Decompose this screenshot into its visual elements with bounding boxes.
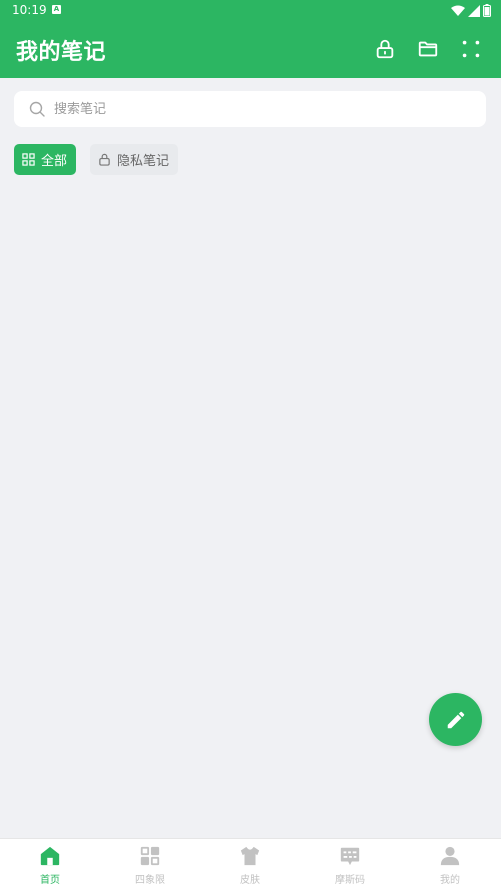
grid-icon	[22, 153, 35, 166]
home-icon	[40, 846, 60, 866]
bottom-nav: 首页 四象限 皮肤 摩斯码 我的	[0, 838, 501, 890]
more-icon[interactable]	[460, 38, 482, 60]
filter-chip-label: 隐私笔记	[117, 154, 170, 169]
search-input[interactable]	[54, 91, 474, 127]
folder-icon[interactable]	[417, 38, 439, 60]
message-code-icon	[340, 847, 360, 866]
new-note-button[interactable]	[429, 693, 482, 746]
battery-icon	[483, 4, 491, 17]
edit-pencil-icon	[447, 711, 464, 728]
nav-item-label: 首页	[40, 875, 60, 886]
nav-item-label: 摩斯码	[335, 875, 365, 886]
nav-item-profile[interactable]: 我的	[400, 845, 500, 890]
status-bar: 10:19 A	[0, 0, 501, 22]
signal-icon	[468, 4, 480, 17]
wifi-icon	[451, 5, 465, 16]
search-icon	[29, 101, 45, 117]
quadrant-icon	[140, 846, 160, 866]
shirt-icon	[240, 846, 260, 866]
filter-chip-all[interactable]: 全部	[14, 144, 76, 175]
search-bar[interactable]	[14, 91, 486, 127]
app-header: 10:19 A 我的笔记	[0, 0, 501, 78]
nav-item-quadrant[interactable]: 四象限	[100, 845, 200, 890]
status-time: 10:19	[12, 3, 47, 17]
page-title: 我的笔记	[16, 40, 107, 65]
filter-chip-label: 全部	[41, 154, 68, 169]
nav-item-label: 我的	[440, 875, 460, 886]
filter-chip-private[interactable]: 隐私笔记	[90, 144, 178, 175]
lock-icon[interactable]	[374, 38, 396, 60]
nav-item-skin[interactable]: 皮肤	[200, 845, 300, 890]
notification-icon: A	[52, 5, 61, 14]
nav-item-label: 皮肤	[240, 875, 260, 886]
status-icons	[451, 4, 491, 17]
lock-icon	[99, 153, 110, 166]
nav-item-label: 四象限	[135, 875, 165, 886]
person-icon	[440, 846, 460, 866]
nav-item-home[interactable]: 首页	[0, 845, 100, 890]
nav-item-morse[interactable]: 摩斯码	[300, 845, 400, 890]
